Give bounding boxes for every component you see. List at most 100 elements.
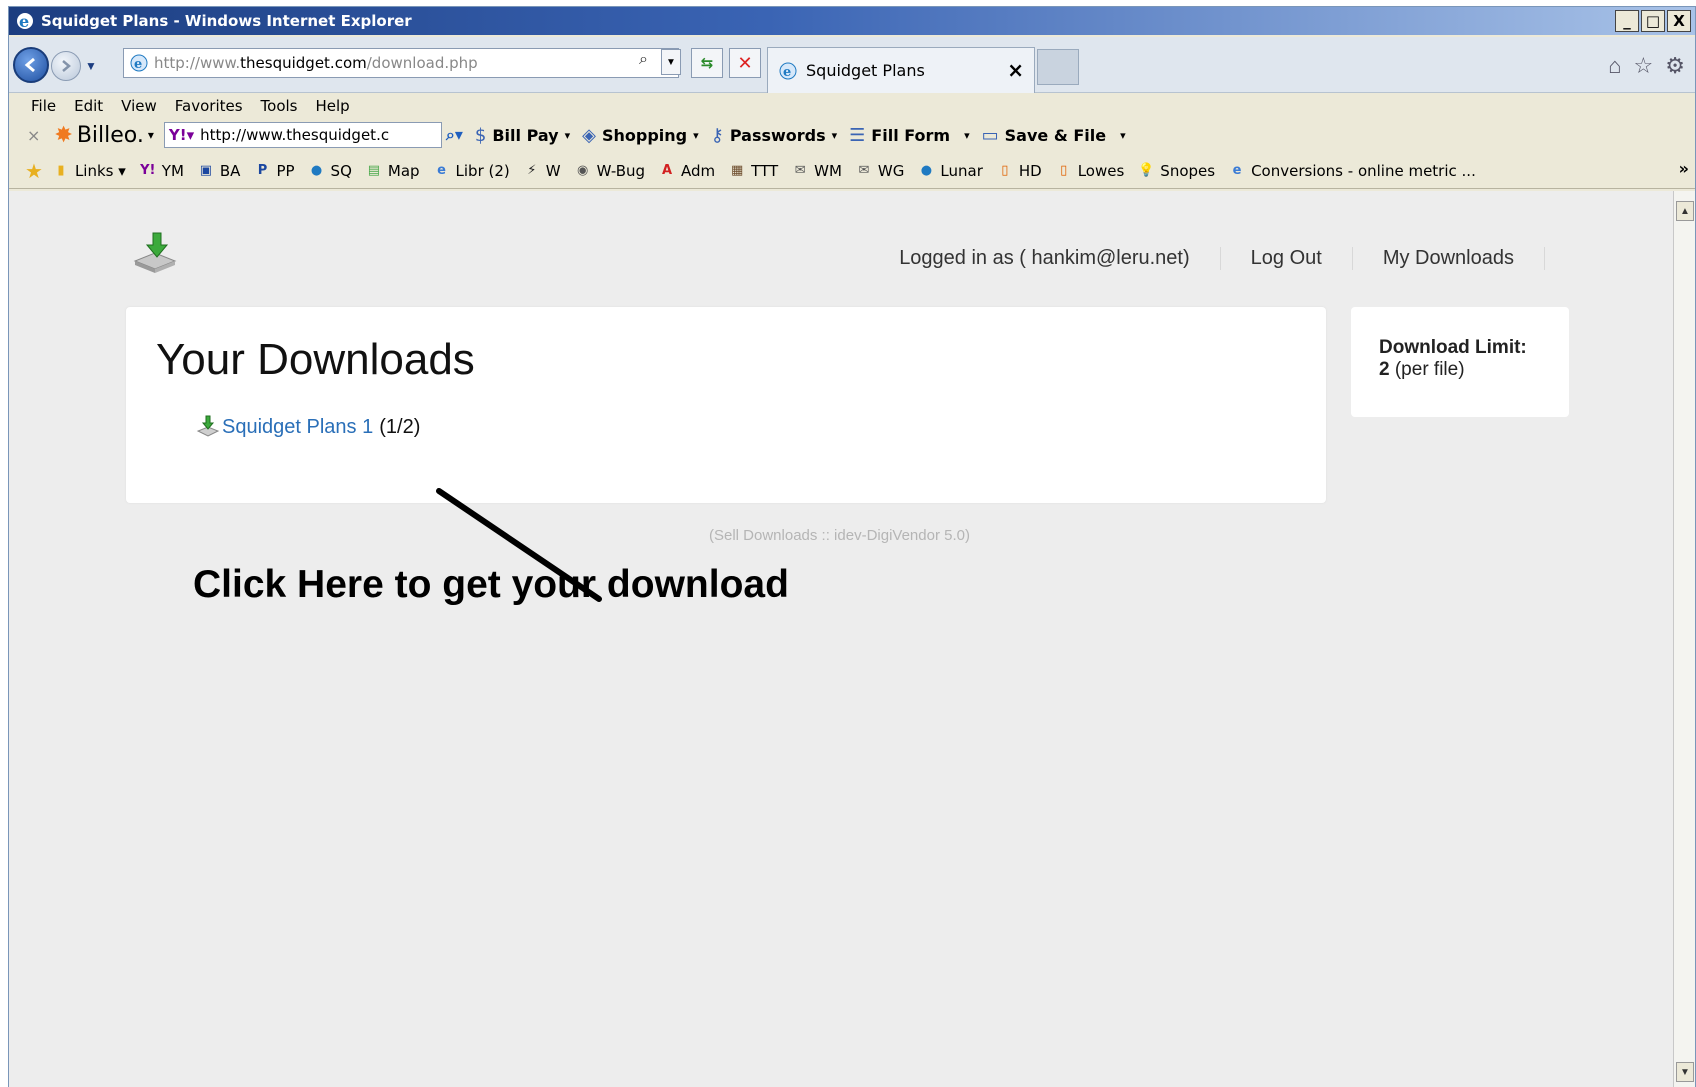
close-toolbar-icon[interactable]: × <box>27 126 40 145</box>
download-link[interactable]: Squidget Plans 1 <box>222 416 373 439</box>
favorite-item[interactable]: ▮ Links ▾ <box>51 161 125 181</box>
tab-close-icon[interactable]: × <box>1007 58 1024 82</box>
minimize-button[interactable]: _ <box>1615 10 1639 32</box>
history-dropdown-icon[interactable]: ▼ <box>85 59 97 73</box>
gear-icon[interactable]: ⚙ <box>1665 53 1685 79</box>
svg-text:e: e <box>19 12 29 31</box>
page-title: Your Downloads <box>156 335 475 384</box>
back-button[interactable] <box>13 47 49 83</box>
stop-icon: ✕ <box>737 52 753 73</box>
search-icon[interactable]: ⌕▾ <box>446 125 463 145</box>
tab-squidget-plans[interactable]: e Squidget Plans × <box>767 47 1035 93</box>
favorite-item[interactable]: 💡 Snopes <box>1136 161 1215 181</box>
tag-icon: ◈ <box>582 124 596 146</box>
favorite-item[interactable]: ▣ BA <box>196 161 241 181</box>
home-icon[interactable]: ⌂ <box>1608 53 1621 79</box>
favorite-item[interactable]: Y! YM <box>138 161 184 181</box>
paypal-icon: P <box>257 162 268 178</box>
save-file-label: Save & File <box>1004 125 1107 145</box>
passwords-button[interactable]: ⚷ Passwords ▾ <box>711 125 838 146</box>
globe-icon: ● <box>310 162 323 178</box>
favorites-star-icon[interactable]: ☆ <box>1634 53 1654 79</box>
favorites-more-icon[interactable]: » <box>1679 159 1689 178</box>
weather-icon: ⚡ <box>527 162 537 178</box>
favorite-item[interactable]: ▯ HD <box>995 161 1042 181</box>
menu-tools[interactable]: Tools <box>261 97 298 115</box>
favorite-item[interactable]: A Adm <box>657 161 715 181</box>
vertical-scrollbar[interactable]: ▲ ▼ <box>1673 191 1695 1087</box>
weatherbug-icon: ◉ <box>576 162 589 178</box>
favorite-label: HD <box>1018 161 1042 180</box>
download-item: Squidget Plans 1 (1/2) <box>196 415 420 439</box>
key-icon: ⚷ <box>710 124 724 146</box>
letter-a-icon: A <box>662 162 673 178</box>
download-logo-icon <box>133 232 177 273</box>
refresh-button[interactable]: ⇆ <box>691 48 723 78</box>
bulb-icon: 💡 <box>1138 162 1155 178</box>
menu-help[interactable]: Help <box>316 97 350 115</box>
stop-button[interactable]: ✕ <box>729 48 761 78</box>
yahoo-search-input[interactable]: Y!▾ http://www.thesquidget.c <box>163 122 442 148</box>
globe-icon: ● <box>920 162 933 178</box>
my-downloads-link[interactable]: My Downloads <box>1353 247 1545 270</box>
favorite-item[interactable]: ▤ Map <box>364 161 420 181</box>
bill-icon: $ <box>474 124 487 146</box>
favorite-label: W-Bug <box>596 161 646 180</box>
favorites-star-icon[interactable]: ★ <box>25 159 43 183</box>
url-path: /download.php <box>366 54 478 72</box>
chevron-down-icon: ▾ <box>693 128 699 142</box>
favorite-item[interactable]: e Conversions - online metric ... <box>1227 161 1476 181</box>
favorite-label: Map <box>387 161 420 180</box>
billeo-sun-icon: ✸ <box>54 122 73 148</box>
shopping-button[interactable]: ◈ Shopping ▾ <box>582 125 699 146</box>
bank-icon: ▣ <box>199 162 213 178</box>
menu-favorites[interactable]: Favorites <box>175 97 243 115</box>
menu-file[interactable]: File <box>31 97 56 115</box>
logged-in-label: Logged in as ( hankim@leru.net) <box>869 247 1221 270</box>
form-icon: ☰ <box>849 124 866 146</box>
favorite-item[interactable]: ✉ WM <box>790 161 842 181</box>
favorite-item[interactable]: ● Lunar <box>916 161 983 181</box>
favorite-item[interactable]: ◉ W-Bug <box>573 161 645 181</box>
logout-link[interactable]: Log Out <box>1221 247 1353 270</box>
favorite-label: YM <box>161 161 184 180</box>
favorite-item[interactable]: e Libr (2) <box>432 161 510 181</box>
address-dropdown-icon[interactable]: ▼ <box>661 49 681 75</box>
close-window-button[interactable]: X <box>1667 10 1691 32</box>
maximize-button[interactable]: □ <box>1641 10 1665 32</box>
favorite-item[interactable]: ● SQ <box>307 161 352 181</box>
favorite-item[interactable]: ✉ WG <box>854 161 904 181</box>
favorite-item[interactable]: ▯ Lowes <box>1054 161 1124 181</box>
fill-form-label: Fill Form <box>871 125 951 145</box>
window-controls: _ □ X <box>1615 10 1691 32</box>
favorite-item[interactable]: ▦ TTT <box>727 161 778 181</box>
yahoo-icon: Y!▾ <box>168 126 195 144</box>
favorite-label: PP <box>276 161 295 180</box>
site-top-nav: Logged in as ( hankim@leru.net) Log Out … <box>869 247 1545 270</box>
favorite-label: Adm <box>681 161 716 180</box>
new-tab-button[interactable] <box>1037 49 1079 85</box>
favorite-label: BA <box>219 161 241 180</box>
fill-form-button[interactable]: ☰ Fill Form ▾ <box>849 125 969 146</box>
mail-icon: ✉ <box>794 162 806 178</box>
menu-view[interactable]: View <box>121 97 157 115</box>
forward-button[interactable] <box>51 51 81 81</box>
bill-pay-button[interactable]: $ Bill Pay ▾ <box>475 125 570 146</box>
downloads-card: Your Downloads Squidget Plans 1 (1/2) <box>126 307 1326 503</box>
menu-edit[interactable]: Edit <box>74 97 103 115</box>
chevron-down-icon: ▾ <box>1120 128 1126 142</box>
search-icon[interactable]: ⌕ <box>639 51 648 69</box>
window-title: Squidget Plans - Windows Internet Explor… <box>41 12 412 30</box>
billeo-logo[interactable]: ✸ Billeo. ▾ <box>54 123 154 148</box>
browser-window: e Squidget Plans - Windows Internet Expl… <box>8 6 1696 1087</box>
scroll-up-icon[interactable]: ▲ <box>1676 201 1694 221</box>
download-limit-label: Download Limit: <box>1379 337 1527 358</box>
favorite-label: WG <box>877 161 905 180</box>
favorite-item[interactable]: P PP <box>252 161 295 181</box>
save-file-button[interactable]: ▭ Save & File ▾ <box>982 125 1126 146</box>
favorite-item[interactable]: ⚡ W <box>522 161 561 181</box>
chevron-down-icon: ▾ <box>564 128 571 142</box>
favorite-label: W <box>545 161 561 180</box>
scroll-down-icon[interactable]: ▼ <box>1676 1062 1694 1082</box>
address-input[interactable]: e http://www. thesquidget.com/download.ph… <box>123 48 679 78</box>
